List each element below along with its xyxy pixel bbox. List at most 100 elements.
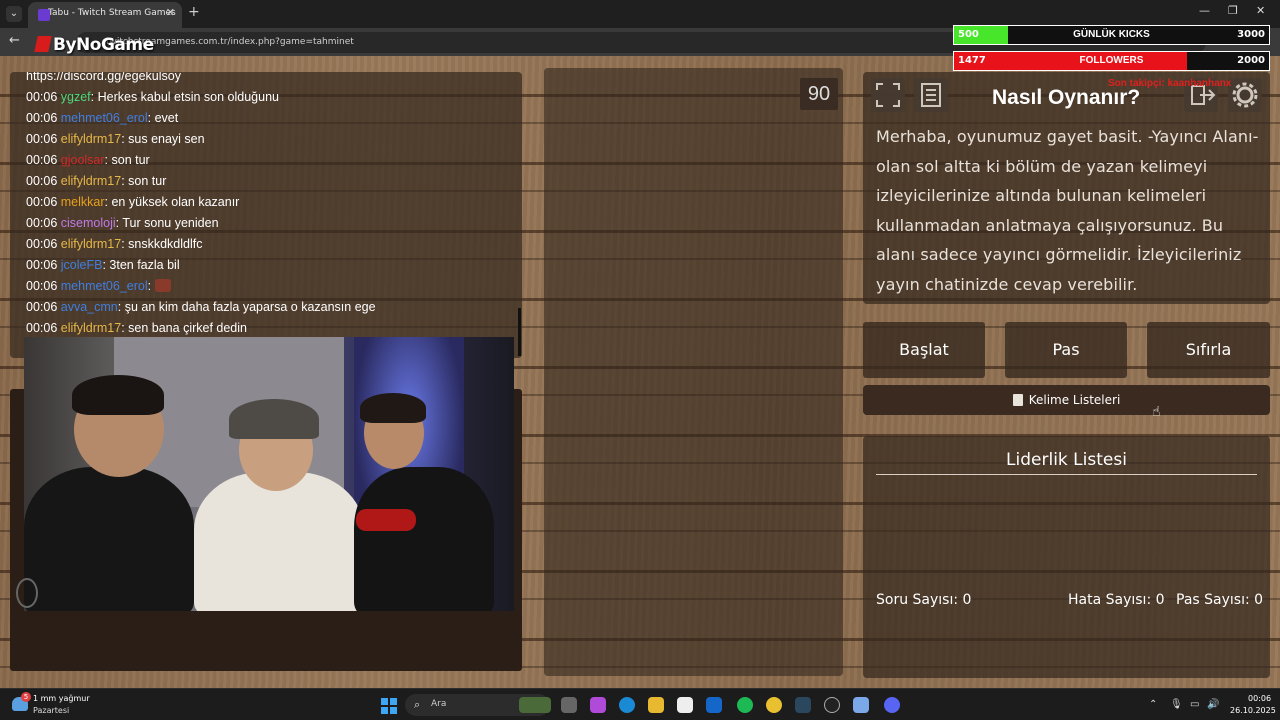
chat-text: snskkdkdldlfc bbox=[128, 237, 203, 251]
chat-colon: : bbox=[147, 111, 155, 125]
chat-timestamp: 00:06 bbox=[26, 237, 58, 251]
chat-username[interactable]: elifyldrm17 bbox=[61, 237, 121, 251]
kicks-goal-bar: 500 GÜNLÜK KICKS 3000 bbox=[953, 25, 1270, 45]
file-explorer-icon[interactable] bbox=[648, 697, 664, 713]
chat-colon: : bbox=[147, 279, 155, 293]
chat-message: 00:06 cisemoloji: Tur sonu yeniden bbox=[26, 216, 219, 230]
chat-scrollbar[interactable] bbox=[518, 308, 521, 356]
microphone-icon[interactable]: 🎙 bbox=[1170, 699, 1183, 710]
taskbar: 5 1 mm yağmur Pazartesi ⌕ Ara ⌃ 🎙 ▭ 🔊 00… bbox=[0, 688, 1280, 720]
browser-tab[interactable]: Tabu - Twitch Stream Games ✕ bbox=[28, 2, 182, 28]
weather-badge: 5 bbox=[21, 692, 31, 702]
start-button[interactable]: Başlat bbox=[863, 322, 985, 378]
howto-title: Nasıl Oynanır? bbox=[992, 86, 1141, 109]
chat-timestamp: 00:06 bbox=[26, 153, 58, 167]
chat-username[interactable]: cisemoloji bbox=[61, 216, 116, 230]
restore-icon[interactable]: ❐ bbox=[1228, 4, 1238, 17]
minimize-icon[interactable]: — bbox=[1199, 4, 1210, 17]
chat-colon: : bbox=[117, 300, 125, 314]
app-icon[interactable] bbox=[853, 697, 869, 713]
emote-icon bbox=[154, 279, 171, 292]
person-middle bbox=[194, 472, 364, 611]
chat-username[interactable]: gjoolsar bbox=[61, 153, 105, 167]
close-window-icon[interactable]: ✕ bbox=[1256, 4, 1265, 17]
tray-chevron-icon[interactable]: ⌃ bbox=[1149, 699, 1157, 710]
chat-username[interactable]: mehmet06_erol bbox=[61, 111, 148, 125]
taskbar-search-placeholder: Ara bbox=[431, 699, 447, 709]
chat-username[interactable]: avva_cmn bbox=[61, 300, 118, 314]
pass-button[interactable]: Pas bbox=[1005, 322, 1127, 378]
chat-timestamp: 00:06 bbox=[26, 258, 58, 272]
chat-text: en yüksek olan kazanır bbox=[111, 195, 240, 209]
back-arrow-icon[interactable]: ← bbox=[9, 33, 20, 48]
pass-count-label: Pas Sayısı: bbox=[1176, 592, 1250, 608]
mouse-cursor-icon: ☝ bbox=[1152, 404, 1161, 420]
chat-message: 00:06 elifyldrm17: sen bana çirkef dedin bbox=[26, 321, 247, 335]
person-right bbox=[354, 467, 494, 611]
obs-icon[interactable] bbox=[824, 697, 840, 713]
chat-username[interactable]: jcoleFB bbox=[61, 258, 103, 272]
copilot-icon[interactable] bbox=[590, 697, 606, 713]
reset-button[interactable]: Sıfırla bbox=[1147, 322, 1270, 378]
word-lists-button[interactable]: Kelime Listeleri bbox=[863, 385, 1270, 415]
chat-username[interactable]: elifyldrm17 bbox=[61, 174, 121, 188]
kicks-label: GÜNLÜK KICKS bbox=[1073, 29, 1150, 40]
task-view-icon[interactable] bbox=[561, 697, 577, 713]
windows-start-icon[interactable] bbox=[381, 698, 397, 714]
person-right-hair bbox=[360, 393, 426, 423]
chat-message: 00:06 mehmet06_erol: evet bbox=[26, 111, 178, 125]
error-count: Hata Sayısı: 0 bbox=[1068, 592, 1165, 608]
chat-message: 00:06 gjoolsar: son tur bbox=[26, 153, 150, 167]
new-tab-icon[interactable]: + bbox=[188, 4, 200, 20]
question-count: Soru Sayısı: 0 bbox=[876, 592, 971, 608]
chat-timestamp: 00:06 bbox=[26, 90, 58, 104]
chat-text: sen bana çirkef dedin bbox=[128, 321, 247, 335]
chat-timestamp: 00:06 bbox=[26, 300, 58, 314]
fullscreen-button[interactable] bbox=[871, 78, 905, 112]
volume-icon[interactable]: 🔊 bbox=[1207, 699, 1219, 710]
chat-username[interactable]: elifyldrm17 bbox=[61, 321, 121, 335]
chat-username[interactable]: elifyldrm17 bbox=[61, 132, 121, 146]
word-lists-label: Kelime Listeleri bbox=[1028, 393, 1121, 407]
widgets-icon[interactable] bbox=[519, 697, 551, 713]
chat-message: 00:06 elifyldrm17: son tur bbox=[26, 174, 166, 188]
store-icon[interactable] bbox=[677, 697, 693, 713]
weather-subtitle: Pazartesi bbox=[33, 706, 70, 715]
bynogame-logo: ByNoGame bbox=[34, 35, 154, 55]
chat-timestamp: 00:06 bbox=[26, 174, 58, 188]
chat-colon: : bbox=[104, 153, 112, 167]
chat-text: Tur sonu yeniden bbox=[122, 216, 219, 230]
chat-username[interactable]: ygzef bbox=[61, 90, 91, 104]
document-icon bbox=[1012, 394, 1023, 406]
chat-text: Herkes kabul etsin son olduğunu bbox=[97, 90, 279, 104]
chat-text: son tur bbox=[111, 153, 150, 167]
pass-count-value: 0 bbox=[1254, 592, 1264, 608]
spotify-icon[interactable] bbox=[737, 697, 753, 713]
chat-message: 00:06 jcoleFB: 3ten fazla bil bbox=[26, 258, 180, 272]
chat-username[interactable]: mehmet06_erol bbox=[61, 279, 148, 293]
steam-icon[interactable] bbox=[795, 697, 811, 713]
followers-goal: 2000 bbox=[1237, 55, 1265, 66]
stream-chat: https://discord.gg/egekulsoy 00:06 ygzef… bbox=[10, 72, 522, 358]
notes-button[interactable] bbox=[914, 78, 948, 112]
clock-date: 26.10.2025 bbox=[1230, 706, 1276, 715]
streamer-area bbox=[544, 68, 843, 676]
tab-bar: ⌄ Tabu - Twitch Stream Games ✕ + — ❐ ✕ bbox=[0, 0, 1280, 28]
chat-username[interactable]: melkkar bbox=[61, 195, 105, 209]
logo-mark-icon bbox=[34, 36, 52, 52]
edge-icon[interactable] bbox=[619, 697, 635, 713]
settings-button[interactable] bbox=[1228, 78, 1262, 112]
weather-title: 1 mm yağmur bbox=[33, 694, 90, 703]
network-icon[interactable]: ▭ bbox=[1190, 699, 1199, 710]
chat-text: şu an kim daha fazla yaparsa o kazansın … bbox=[124, 300, 376, 314]
error-count-value: 0 bbox=[1155, 592, 1165, 608]
chat-colon: : bbox=[90, 90, 98, 104]
chrome-icon[interactable] bbox=[766, 697, 782, 713]
tab-close-icon[interactable]: ✕ bbox=[166, 6, 175, 19]
timer: 90 bbox=[800, 78, 838, 110]
chat-timestamp: 00:06 bbox=[26, 111, 58, 125]
tab-search-button[interactable]: ⌄ bbox=[6, 6, 22, 22]
discord-icon[interactable] bbox=[884, 697, 900, 713]
outlook-icon[interactable] bbox=[706, 697, 722, 713]
webcam-video bbox=[24, 337, 514, 611]
